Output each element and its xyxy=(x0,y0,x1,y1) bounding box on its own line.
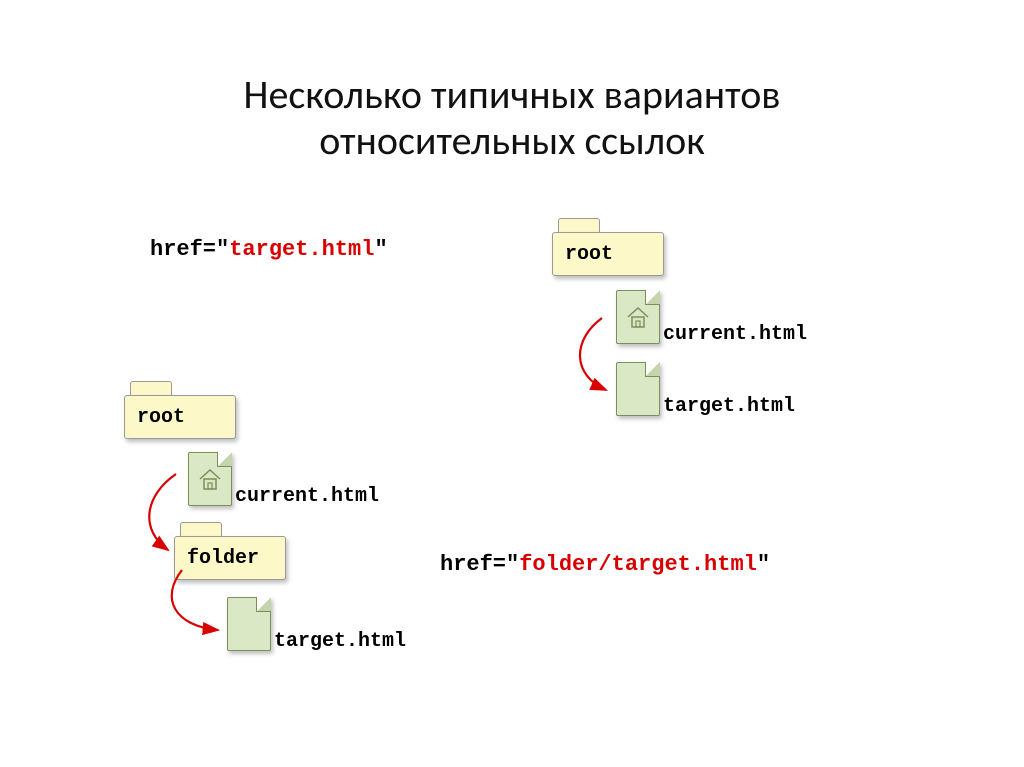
arrow-right xyxy=(560,310,630,410)
folder-label: root xyxy=(137,406,185,429)
house-icon xyxy=(198,467,222,491)
href-example-2: href="folder/target.html" xyxy=(440,552,770,577)
file-label-target-right: target.html xyxy=(663,395,795,418)
slide: Несколько типичных вариантов относительн… xyxy=(0,0,1024,767)
folder-body: root xyxy=(124,395,236,439)
href2-suffix: " xyxy=(757,552,770,577)
folder-root-right: root xyxy=(552,218,664,278)
file-label-current-right: current.html xyxy=(663,323,807,346)
title-line1: Несколько типичных вариантов xyxy=(244,70,781,119)
dogear-icon xyxy=(217,452,232,467)
href1-value: target.html xyxy=(229,237,374,262)
folder-root-left: root xyxy=(124,381,236,441)
page-title: Несколько типичных вариантов относительн… xyxy=(0,72,1024,164)
href1-prefix: href=" xyxy=(150,237,229,262)
href2-value: folder/target.html xyxy=(519,552,757,577)
href-example-1: href="target.html" xyxy=(150,237,388,262)
href2-prefix: href=" xyxy=(440,552,519,577)
arrow-left-1 xyxy=(136,468,196,563)
dogear-icon xyxy=(256,597,271,612)
folder-body: root xyxy=(552,232,664,276)
dogear-icon xyxy=(645,290,660,305)
arrow-left-2 xyxy=(164,564,244,649)
href1-suffix: " xyxy=(374,237,387,262)
dogear-icon xyxy=(645,362,660,377)
file-label-target-left: target.html xyxy=(274,630,406,653)
title-line2: относительных ссылок xyxy=(319,116,705,165)
file-label-current-left: current.html xyxy=(235,485,379,508)
folder-label: root xyxy=(565,243,613,266)
